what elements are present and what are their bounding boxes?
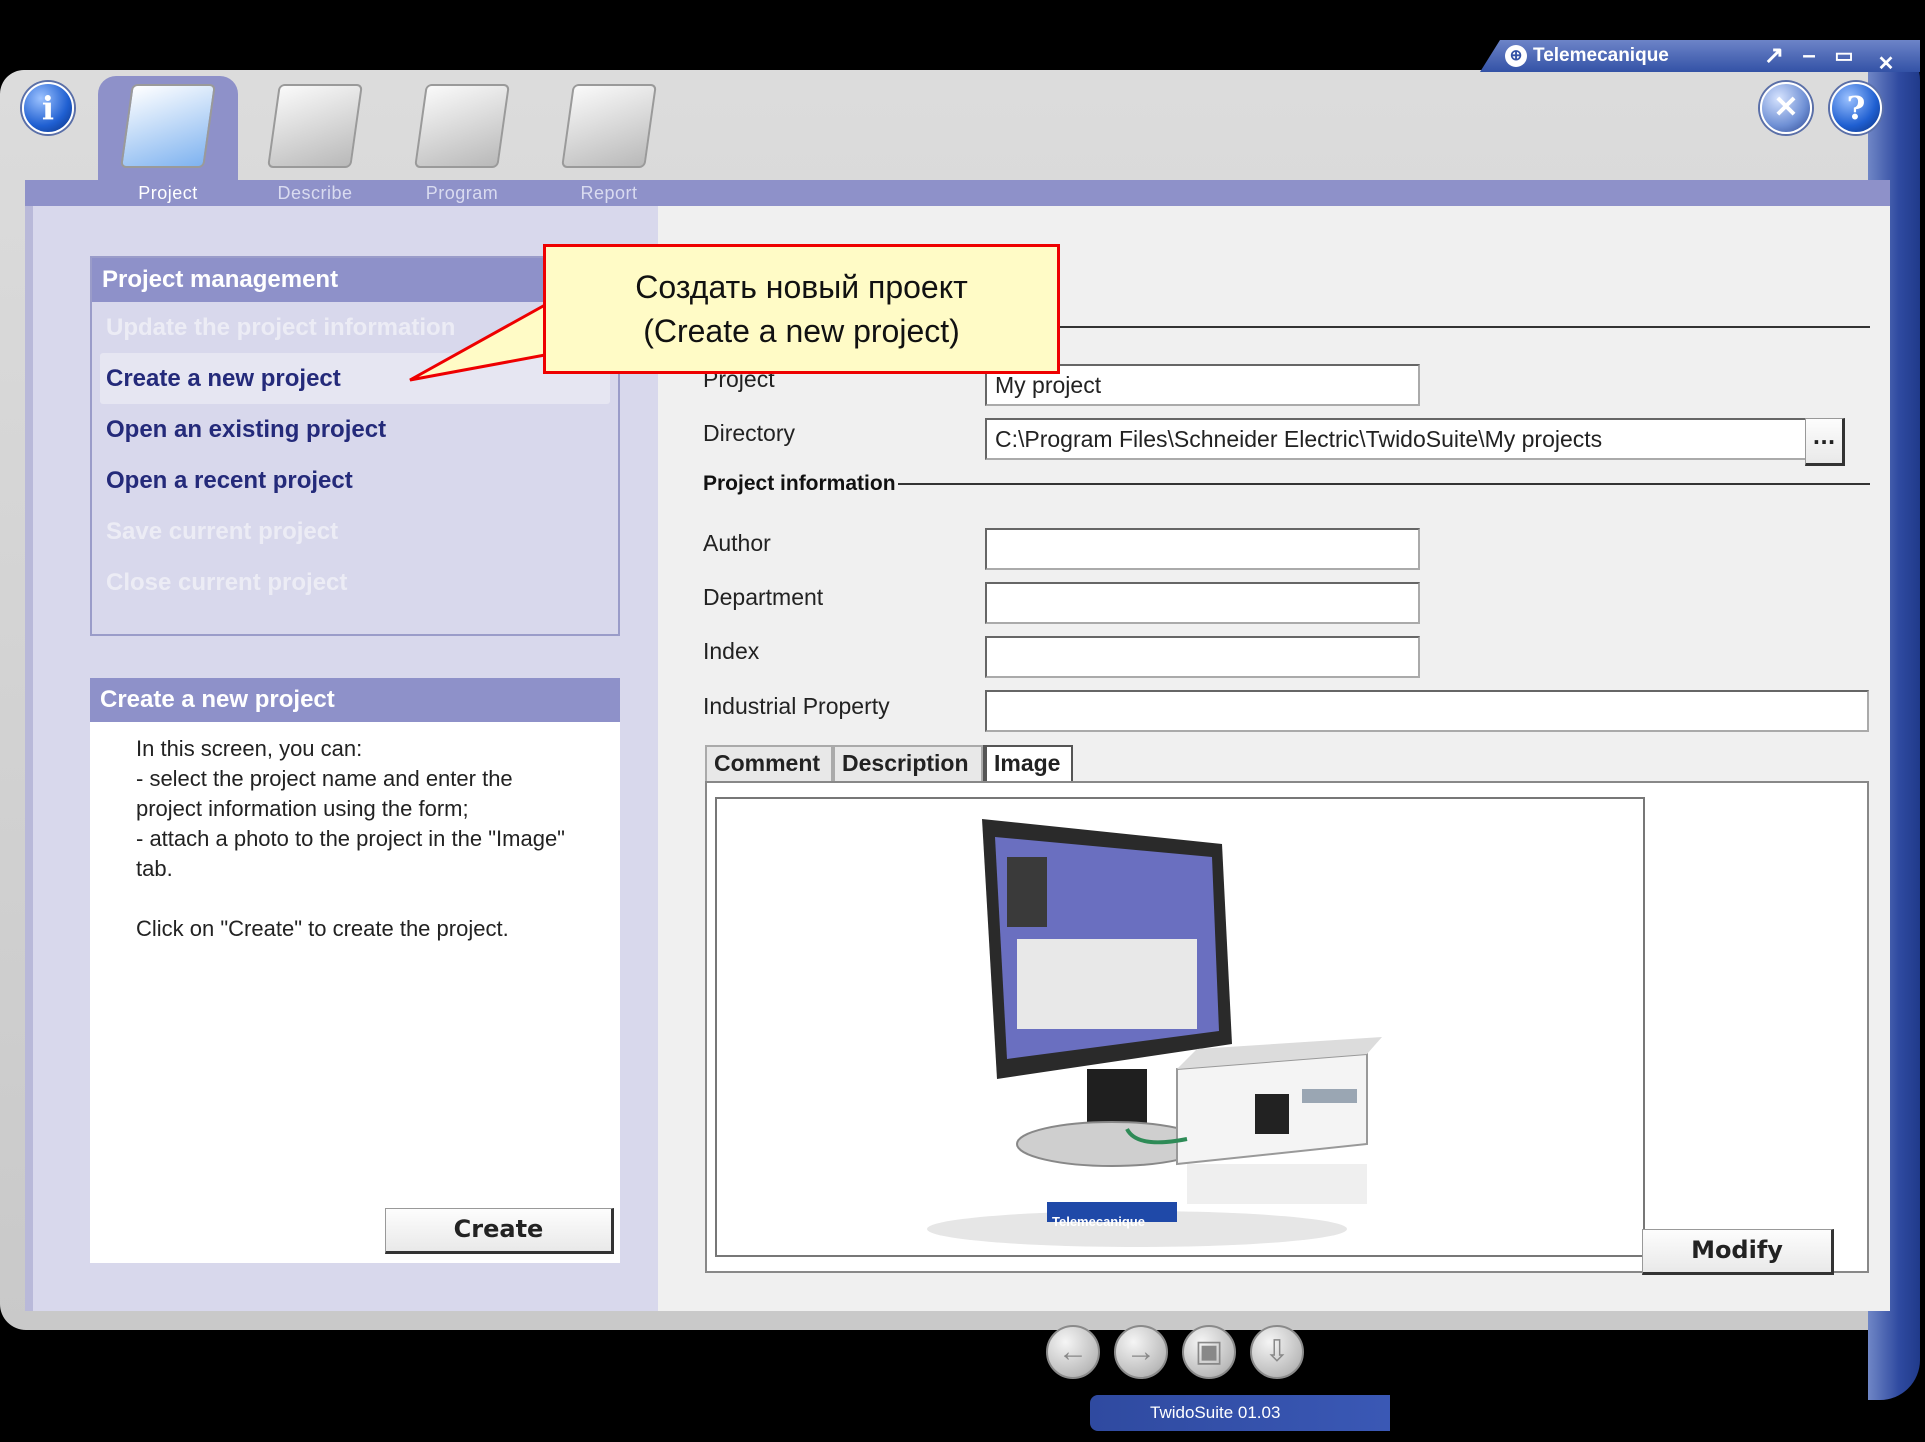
tab-project-label: Project: [138, 183, 198, 203]
browse-button[interactable]: ...: [1805, 418, 1845, 466]
project-photo: [927, 819, 1382, 1247]
version-bar: TwidoSuite 01.03: [1090, 1395, 1390, 1431]
create-project-title: Create a new project: [90, 678, 620, 722]
project-management-title: Project management: [92, 258, 618, 302]
program-icon: [414, 84, 510, 168]
directory-field[interactable]: C:\Program Files\Schneider Electric\Twid…: [985, 418, 1821, 460]
help-button[interactable]: ?: [1830, 82, 1882, 134]
department-label: Department: [703, 584, 824, 610]
save-disk-icon: ▣: [1194, 1335, 1224, 1368]
create-project-help-text: In this screen, you can: - select the pr…: [136, 736, 565, 941]
create-project-box: Create a new project In this screen, you…: [90, 678, 620, 1263]
back-arrow-icon: ←: [1058, 1335, 1088, 1368]
save-button[interactable]: ▣: [1182, 1325, 1236, 1379]
image-logo-text: Telemecanique: [1052, 1214, 1145, 1229]
tab-report-label: Report: [580, 183, 638, 203]
export-icon: ⇩: [1264, 1335, 1290, 1368]
report-icon: [561, 84, 657, 168]
project-folder-icon: [120, 84, 216, 168]
tab-project[interactable]: Project: [98, 76, 238, 206]
close-button[interactable]: ✕: [1872, 48, 1900, 80]
author-label: Author: [703, 530, 771, 556]
version-text: TwidoSuite 01.03: [1150, 1403, 1281, 1422]
tab-describe-label: Describe: [277, 183, 353, 203]
forward-arrow-icon: →: [1126, 1335, 1156, 1368]
callout-english-text: (Create a new project): [643, 313, 960, 349]
section-divider: [897, 483, 1870, 485]
department-field[interactable]: [985, 582, 1420, 624]
telemecanique-logo-icon: ⊕: [1505, 45, 1527, 67]
wrench-screwdriver-icon: ✕: [1773, 90, 1799, 125]
image-tab-pane: Telemecanique Modify: [705, 781, 1869, 1275]
info-icon: i: [41, 89, 55, 127]
header-divider: [1055, 326, 1870, 328]
menu-update-project: Update the project information: [106, 314, 456, 341]
tab-report[interactable]: Report: [539, 76, 679, 206]
callout-box: Создать новый проект (Create a new proje…: [543, 244, 1060, 374]
tab-program-label: Program: [425, 183, 499, 203]
author-field[interactable]: [985, 528, 1420, 570]
tools-button[interactable]: ✕: [1760, 82, 1812, 134]
tab-program[interactable]: Program: [392, 76, 532, 206]
describe-icon: [267, 84, 363, 168]
index-field[interactable]: [985, 636, 1420, 678]
export-button[interactable]: ⇩: [1250, 1325, 1304, 1379]
project-information-section: Project information: [703, 472, 1870, 496]
tab-image[interactable]: Image: [983, 745, 1073, 781]
menu-open-recent-project[interactable]: Open a recent project: [92, 455, 618, 506]
maximize-button[interactable]: ▭: [1830, 40, 1858, 72]
menu-open-existing-project[interactable]: Open an existing project: [92, 404, 618, 455]
menu-save-project: Save current project: [106, 518, 339, 545]
industrial-property-label: Industrial Property: [703, 693, 890, 719]
project-management-box: Project management Update the project in…: [90, 256, 620, 636]
callout-russian-text: Создать новый проект: [635, 269, 968, 305]
menu-create-project[interactable]: Create a new project: [100, 353, 610, 404]
back-button[interactable]: ←: [1046, 1325, 1100, 1379]
tab-description[interactable]: Description: [833, 745, 983, 781]
tab-describe[interactable]: Describe: [245, 76, 385, 206]
restore-button[interactable]: ↗: [1760, 40, 1788, 72]
create-button[interactable]: Create: [385, 1208, 614, 1254]
minimize-button[interactable]: –: [1795, 40, 1823, 72]
index-label: Index: [703, 638, 760, 664]
menu-close-project: Close current project: [106, 569, 348, 596]
project-information-title: Project information: [703, 472, 896, 495]
industrial-property-field[interactable]: [985, 690, 1869, 732]
forward-button[interactable]: →: [1114, 1325, 1168, 1379]
info-button[interactable]: i: [22, 82, 74, 134]
modify-button[interactable]: Modify: [1642, 1229, 1834, 1275]
brand-logo: ⊕ Telemecanique: [1505, 42, 1705, 70]
help-icon: ?: [1846, 89, 1866, 127]
project-image: Telemecanique: [715, 797, 1645, 1257]
directory-label: Directory: [703, 420, 796, 446]
brand-name: Telemecanique: [1533, 45, 1669, 66]
tab-comment[interactable]: Comment: [705, 745, 833, 781]
